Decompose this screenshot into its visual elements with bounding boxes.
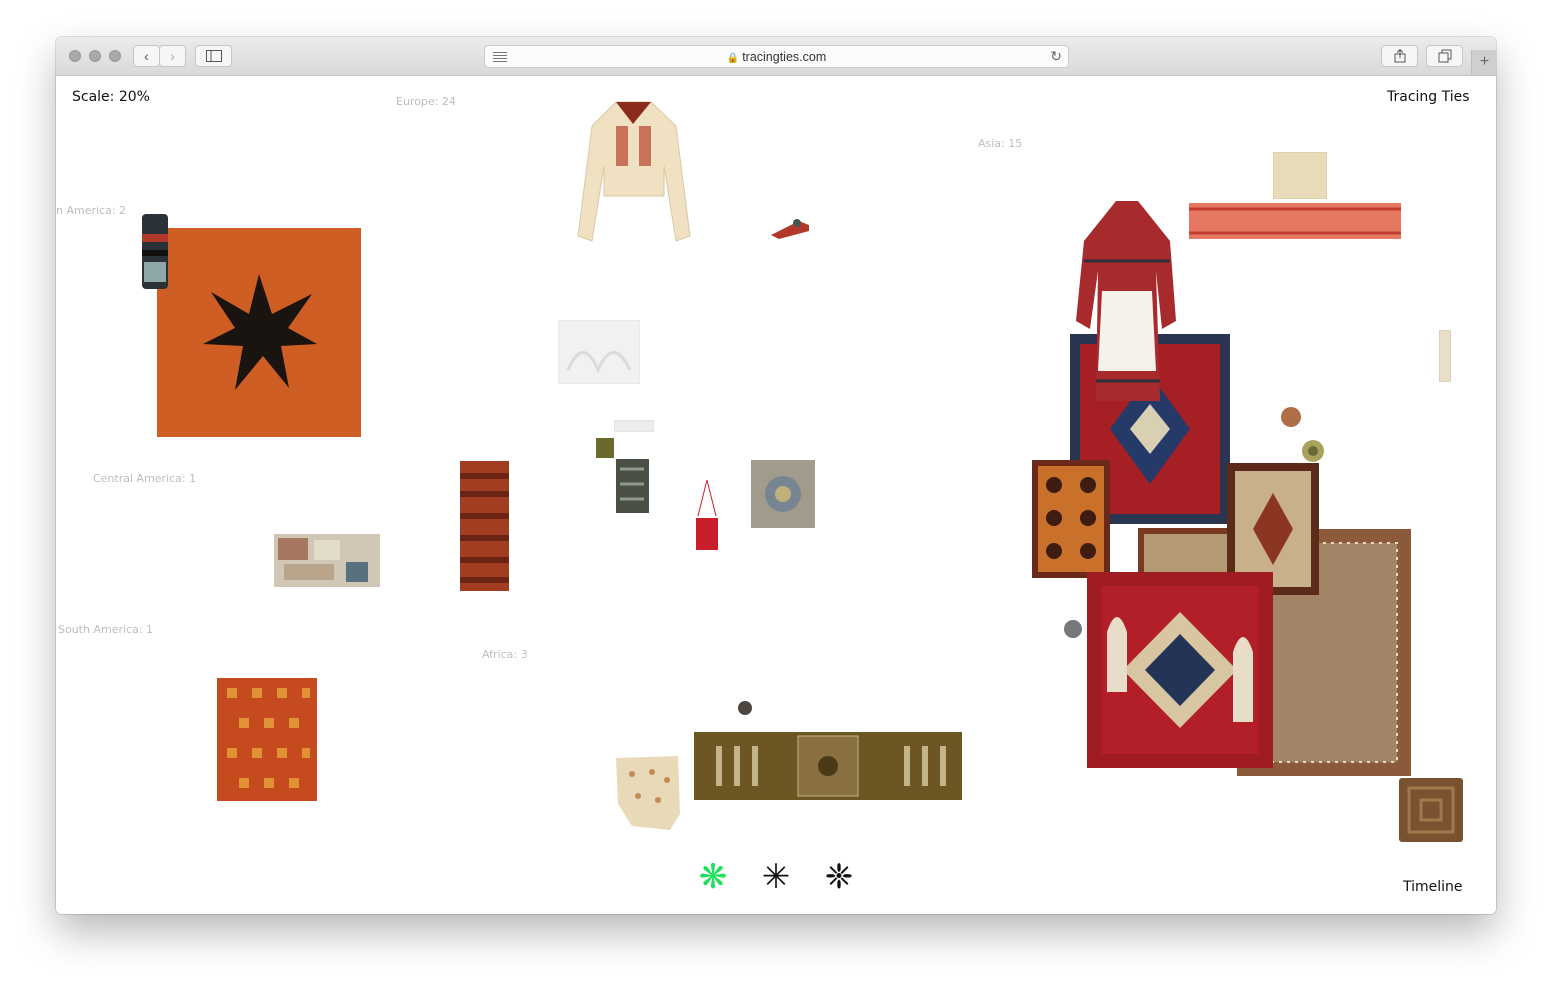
carved-wood-panel[interactable] (694, 732, 962, 800)
flower-icon: ❋ (698, 858, 728, 896)
grey-disc[interactable] (1063, 619, 1083, 639)
sidebar-button[interactable] (195, 45, 232, 67)
page-content: Scale: 20% Tracing Ties Timeline n Ameri… (56, 76, 1496, 914)
chevron-left-icon: ‹ (144, 48, 149, 64)
brass-disc[interactable] (1301, 439, 1325, 463)
region-label-north-america: n America: 2 (56, 204, 127, 217)
orange-medallion-rug[interactable] (1032, 460, 1110, 578)
embroidered-square[interactable] (751, 460, 815, 528)
dark-brocade-fragment[interactable] (616, 459, 649, 513)
pattern-filter-button[interactable]: ❈ (821, 859, 857, 895)
star-filter-button[interactable]: ✳ (758, 859, 794, 895)
zoom-window-button[interactable] (109, 50, 121, 62)
share-icon (1394, 49, 1405, 63)
timeline-link[interactable]: Timeline (1403, 879, 1463, 895)
flower-filter-button[interactable]: ❋ (695, 859, 731, 895)
striped-runner[interactable] (460, 461, 509, 591)
small-green-tag[interactable] (596, 438, 614, 458)
lace-fragment[interactable] (612, 754, 682, 832)
new-tab-button[interactable]: + (1471, 50, 1496, 75)
region-label-africa: Africa: 3 (482, 648, 528, 661)
lace-strip[interactable] (614, 420, 654, 432)
orange-star-quilt[interactable] (157, 228, 361, 437)
browser-window: ‹ › 🔒 tracingties.com ↻ + Scale: 20% Trac… (56, 37, 1496, 914)
red-beaded-purse[interactable] (692, 480, 722, 552)
minimize-window-button[interactable] (89, 50, 101, 62)
close-window-button[interactable] (69, 50, 81, 62)
tabs-overview-button[interactable] (1426, 45, 1463, 67)
embroidered-blouse[interactable] (576, 96, 691, 246)
copper-disc[interactable] (1280, 406, 1302, 428)
back-button[interactable]: ‹ (133, 45, 160, 67)
pale-towel[interactable] (1273, 152, 1327, 199)
narrow-scroll[interactable] (1439, 330, 1451, 382)
red-kazak-rug[interactable] (1087, 572, 1273, 768)
chevron-right-icon: › (170, 48, 175, 64)
region-label-europe: Europe: 24 (396, 95, 456, 108)
scale-indicator: Scale: 20% (72, 89, 150, 105)
site-title[interactable]: Tracing Ties (1387, 89, 1470, 105)
tabs-icon (1438, 49, 1451, 63)
region-label-south-america: South America: 1 (58, 623, 154, 636)
woven-band[interactable] (769, 217, 811, 241)
patchwork-textile[interactable] (274, 534, 380, 587)
small-dark-bead[interactable] (738, 701, 752, 715)
snowflake-icon: ❈ (824, 858, 854, 896)
share-button[interactable] (1381, 45, 1418, 67)
embroidered-valance[interactable] (1189, 203, 1401, 239)
lock-icon: 🔒 (726, 53, 740, 64)
brown-square-mat[interactable] (1399, 778, 1463, 842)
lace-cloth[interactable] (558, 320, 640, 384)
region-label-asia: Asia: 15 (978, 137, 1023, 150)
forward-button[interactable]: › (159, 45, 186, 67)
beaded-bag[interactable] (140, 214, 170, 289)
address-bar[interactable]: 🔒 tracingties.com ↻ (484, 45, 1069, 68)
url-text: 🔒 tracingties.com (726, 50, 827, 64)
folk-dress[interactable] (1076, 201, 1178, 411)
red-woven-textile[interactable] (217, 678, 317, 801)
reload-icon[interactable]: ↻ (1050, 48, 1062, 65)
region-label-central-america: Central America: 1 (93, 472, 197, 485)
browser-toolbar: ‹ › 🔒 tracingties.com ↻ + (56, 37, 1496, 76)
asterisk-icon: ✳ (761, 858, 791, 896)
sidebar-icon (205, 50, 222, 62)
